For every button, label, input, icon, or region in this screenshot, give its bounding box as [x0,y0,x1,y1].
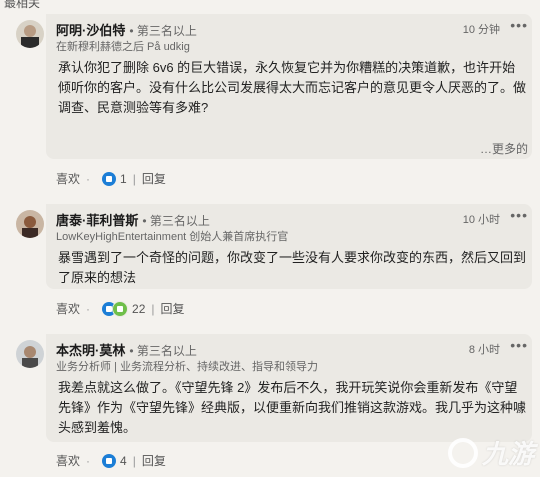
commenter-name-text[interactable]: 本杰明·莫林 [56,343,125,358]
comment-time: 8 小时 [468,344,500,356]
comment-actions: 喜欢 · 1 | 回复 [56,170,166,187]
reaction-count[interactable]: 4 [120,454,127,468]
reaction-count[interactable]: 1 [120,172,127,186]
comment-text: 承认你犯了删除 6v6 的巨大错误，永久恢复它并为你糟糕的决策道歉，也许开始倾听… [58,60,527,115]
connection-degree: • 第三名以上 [129,344,197,358]
comment-actions: 喜欢 · 22 | 回复 [56,300,185,317]
commenter-headline: LowKeyHighEntertainment 创始人兼首席执行官 [56,231,289,243]
celebrate-icon [112,300,129,317]
commenter-name[interactable]: 阿明·沙伯特 • 第三名以上 [56,20,197,39]
divider: | [132,171,136,186]
comment-time: 10 小时 [462,214,500,226]
divider: · [86,301,91,316]
divider: | [151,301,155,316]
commenter-name[interactable]: 本杰明·莫林 • 第三名以上 [56,340,197,359]
avatar[interactable] [16,340,44,368]
commenter-name-text[interactable]: 阿明·沙伯特 [56,23,125,38]
commenter-name-text[interactable]: 唐泰·菲利普斯 [56,213,138,228]
connection-degree: • 第三名以上 [129,24,197,38]
reply-button[interactable]: 回复 [142,170,166,187]
like-button[interactable]: 喜欢 [56,452,80,469]
commenter-headline: 业务分析师 | 业务流程分析、持续改进、指导和领导力 [56,361,318,373]
divider: · [86,453,91,468]
reply-button[interactable]: 回复 [142,452,166,469]
reaction-count[interactable]: 22 [132,302,145,316]
watermark-logo: 九游 [447,434,534,471]
like-button[interactable]: 喜欢 [56,170,80,187]
avatar[interactable] [16,20,44,48]
watermark-icon [447,437,478,468]
comment-text: 暴雪遇到了一个奇怪的问题，你改变了一些没有人要求你改变的东西，然后又回到了原来的… [58,250,527,285]
more-options-icon[interactable]: ••• [510,337,528,353]
divider: | [132,453,136,468]
reply-button[interactable]: 回复 [161,300,185,317]
more-options-icon[interactable]: ••• [510,207,528,223]
see-more-link[interactable]: …更多的 [480,140,528,157]
more-options-icon[interactable]: ••• [510,17,528,33]
like-button[interactable]: 喜欢 [56,300,80,317]
header-cut: 最相关 [4,0,41,10]
watermark-text: 九游 [481,439,534,469]
like-icon [102,453,117,468]
comment-time: 10 分钟 [462,24,500,36]
like-icon [102,171,117,186]
avatar[interactable] [16,210,44,238]
connection-degree: • 第三名以上 [142,214,210,228]
divider: · [86,171,91,186]
commenter-name[interactable]: 唐泰·菲利普斯 • 第三名以上 [56,210,210,229]
comment-text: 我差点就这么做了。《守望先锋 2》发布后不久，我开玩笑说你会重新发布《守望先锋》… [58,380,527,435]
commenter-headline: 在新穆利赫德之后 På udkig [56,41,190,53]
comment-actions: 喜欢 · 4 | 回复 [56,452,166,469]
